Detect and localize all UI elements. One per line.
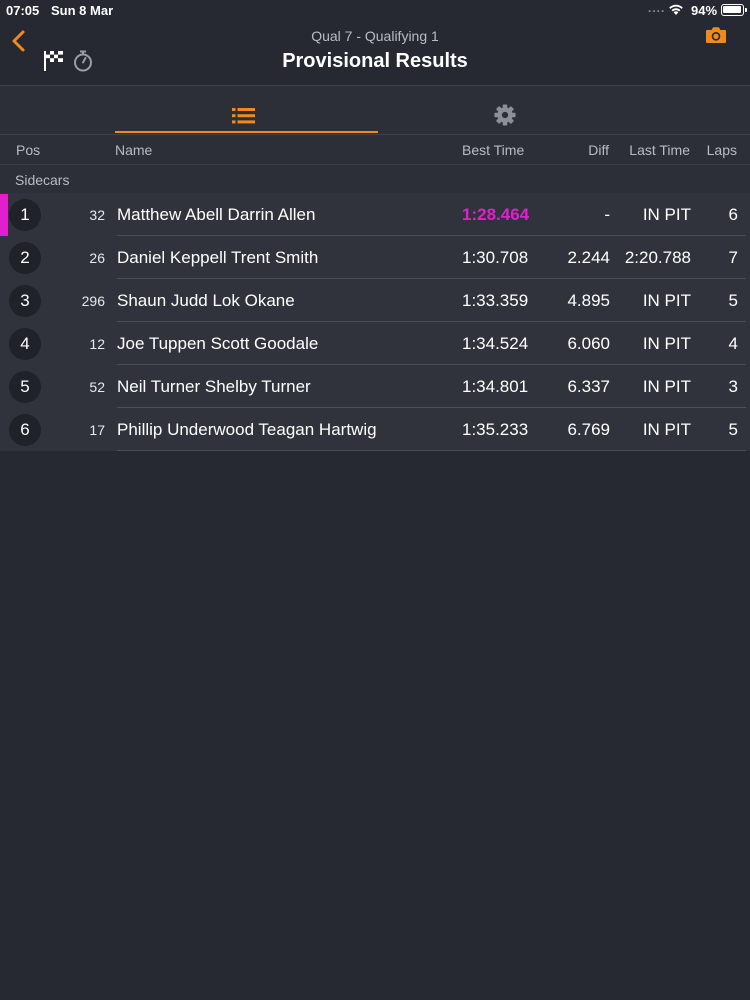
diff: - bbox=[604, 205, 610, 224]
table-row[interactable]: 1 32 Matthew Abell Darrin Allen 1:28.464… bbox=[0, 193, 750, 236]
rider-number: 52 bbox=[89, 379, 105, 395]
tab-settings[interactable] bbox=[378, 86, 635, 135]
diff: 6.337 bbox=[567, 377, 610, 396]
fastest-lap-marker bbox=[0, 194, 8, 236]
active-tab-indicator bbox=[115, 131, 378, 133]
table-row[interactable]: 4 12 Joe Tuppen Scott Goodale 1:34.524 6… bbox=[0, 322, 750, 365]
diff: 4.895 bbox=[567, 291, 610, 310]
diff: 6.060 bbox=[567, 334, 610, 353]
table-row[interactable]: 5 52 Neil Turner Shelby Turner 1:34.801 … bbox=[0, 365, 750, 408]
column-header-pos: Pos bbox=[16, 142, 41, 158]
column-header-last-time: Last Time bbox=[629, 142, 690, 158]
column-header-name: Name bbox=[115, 142, 153, 158]
best-time: 1:35.233 bbox=[462, 420, 529, 439]
gear-icon bbox=[494, 104, 516, 126]
rider-number: 32 bbox=[89, 207, 105, 223]
rider-name: Joe Tuppen Scott Goodale bbox=[117, 334, 319, 353]
position-badge: 6 bbox=[9, 414, 41, 446]
best-time: 1:28.464 bbox=[462, 205, 530, 224]
rider-name: Matthew Abell Darrin Allen bbox=[117, 205, 316, 224]
signal-indicator: .... bbox=[648, 1, 666, 15]
status-bar: 07:05 Sun 8 Mar .... 94% bbox=[0, 0, 750, 22]
last-time: IN PIT bbox=[642, 334, 691, 353]
laps: 3 bbox=[728, 377, 738, 396]
results-list: 1 32 Matthew Abell Darrin Allen 1:28.464… bbox=[0, 193, 750, 451]
rider-name: Neil Turner Shelby Turner bbox=[117, 377, 311, 396]
position-badge: 5 bbox=[9, 371, 41, 403]
rider-number: 296 bbox=[81, 293, 105, 309]
position-badge: 3 bbox=[9, 285, 41, 317]
laps: 6 bbox=[728, 205, 738, 224]
position-badge: 2 bbox=[9, 242, 41, 274]
rider-number: 17 bbox=[89, 422, 105, 438]
row-divider bbox=[117, 450, 746, 451]
table-row[interactable]: 3 296 Shaun Judd Lok Okane 1:33.359 4.89… bbox=[0, 279, 750, 322]
rider-number: 12 bbox=[89, 336, 105, 352]
results-screen: 07:05 Sun 8 Mar .... 94% Qual 7 - Qualif… bbox=[0, 0, 750, 1000]
column-headers: Pos Name Best Time Diff Last Time Laps bbox=[0, 135, 750, 164]
last-time: 2:20.788 bbox=[624, 248, 691, 267]
rider-number: 26 bbox=[89, 250, 105, 266]
camera-icon[interactable] bbox=[705, 26, 727, 44]
last-time: IN PIT bbox=[642, 420, 691, 439]
best-time: 1:34.524 bbox=[462, 334, 529, 353]
column-header-best-time: Best Time bbox=[462, 142, 525, 158]
rider-name: Daniel Keppell Trent Smith bbox=[117, 248, 319, 267]
table-row[interactable]: 6 17 Phillip Underwood Teagan Hartwig 1:… bbox=[0, 408, 750, 451]
status-time: 07:05 bbox=[6, 3, 40, 18]
best-time: 1:33.359 bbox=[462, 291, 529, 310]
list-icon bbox=[232, 108, 255, 124]
status-date: Sun 8 Mar bbox=[51, 3, 114, 18]
column-header-diff: Diff bbox=[588, 142, 609, 158]
last-time: IN PIT bbox=[642, 291, 691, 310]
last-time: IN PIT bbox=[642, 377, 691, 396]
laps: 5 bbox=[728, 291, 738, 310]
class-header: Sidecars bbox=[0, 164, 750, 193]
position-badge: 1 bbox=[9, 199, 41, 231]
tab-results-list[interactable] bbox=[115, 86, 378, 135]
page-title: Provisional Results bbox=[282, 50, 468, 72]
last-time: IN PIT bbox=[642, 205, 691, 224]
diff: 2.244 bbox=[567, 248, 610, 267]
battery-percent: 94% bbox=[691, 3, 718, 18]
laps: 5 bbox=[728, 420, 738, 439]
laps: 7 bbox=[728, 248, 738, 267]
position-badge: 4 bbox=[9, 328, 41, 360]
class-name: Sidecars bbox=[15, 172, 70, 188]
rider-name: Phillip Underwood Teagan Hartwig bbox=[117, 420, 377, 439]
header: Qual 7 - Qualifying 1 Provisional Result… bbox=[0, 22, 750, 85]
best-time: 1:34.801 bbox=[462, 377, 529, 396]
tab-bar bbox=[0, 86, 750, 135]
best-time: 1:30.708 bbox=[462, 248, 529, 267]
column-header-laps: Laps bbox=[706, 142, 737, 158]
wifi-icon bbox=[669, 4, 683, 15]
rider-name: Shaun Judd Lok Okane bbox=[117, 291, 295, 310]
table-row[interactable]: 2 26 Daniel Keppell Trent Smith 1:30.708… bbox=[0, 236, 750, 279]
session-subtitle: Qual 7 - Qualifying 1 bbox=[311, 28, 439, 44]
laps: 4 bbox=[728, 334, 738, 353]
diff: 6.769 bbox=[567, 420, 610, 439]
battery-icon bbox=[721, 4, 747, 16]
